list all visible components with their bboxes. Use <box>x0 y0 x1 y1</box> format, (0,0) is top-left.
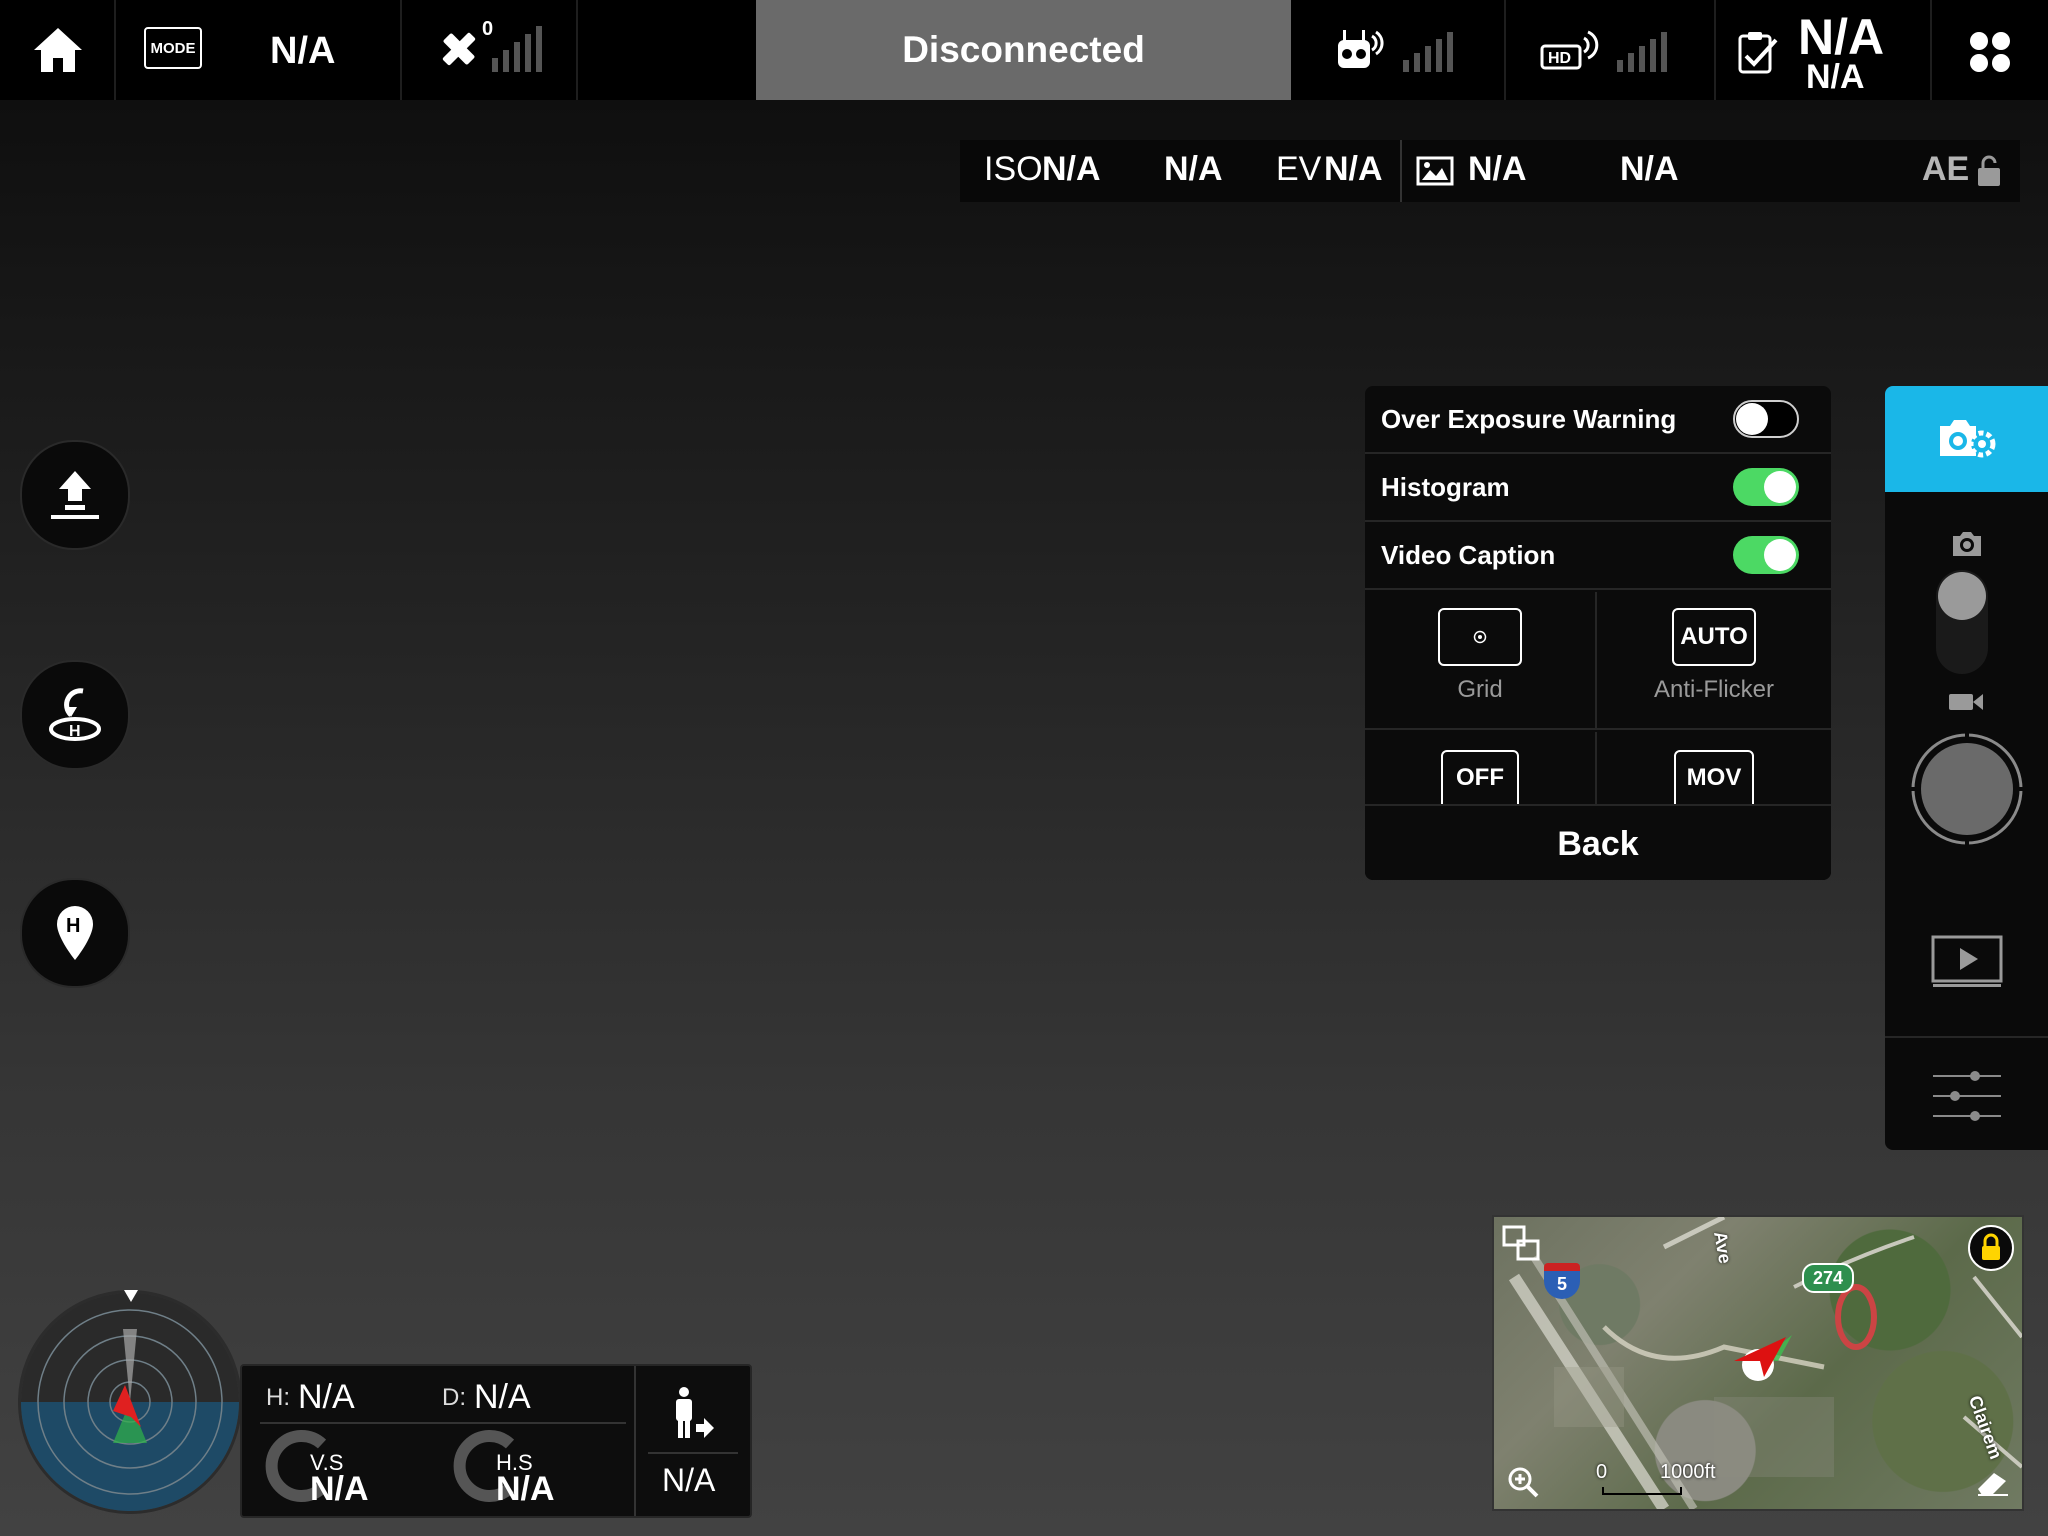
top-bar: MODE N/A 0 Disconnected HD N/A N/A <box>0 0 2048 100</box>
image-format-icon <box>1416 156 1454 186</box>
mov-cell[interactable]: MOV <box>1597 732 1831 804</box>
takeoff-icon <box>51 471 99 519</box>
attitude-radar <box>18 1290 242 1514</box>
vision-positioning-icon[interactable] <box>666 1386 716 1442</box>
white-balance-value: N/A <box>1620 150 1679 188</box>
heading-marker-icon <box>124 1290 138 1304</box>
battery-checklist-icon[interactable] <box>1736 28 1780 76</box>
shutter-button[interactable] <box>1910 732 2024 846</box>
video-mode-icon[interactable] <box>1947 690 1985 714</box>
more-menu-icon[interactable] <box>1968 30 2012 74</box>
home-point-button[interactable]: H <box>20 878 130 988</box>
mini-map[interactable]: 5 274 Ave Clairem 0 1000ft <box>1492 1215 2024 1511</box>
home-point-pin-icon: H <box>57 906 93 960</box>
iso-label: ISO <box>984 150 1043 188</box>
aircraft-marker-icon <box>1728 1331 1792 1385</box>
off-cell[interactable]: OFF <box>1365 732 1597 804</box>
camera-params-bar: ISO N/A N/A EV N/A N/A N/A AE <box>960 140 2020 202</box>
return-home-button[interactable]: H <box>20 660 130 770</box>
camera-control-column <box>1885 386 2048 1150</box>
grid-cell[interactable]: Grid <box>1365 592 1597 730</box>
camera-settings-tab[interactable] <box>1885 386 2048 492</box>
telemetry-panel: H: N/A D: N/A V.S N/A H.S N/A N/A <box>240 1364 752 1518</box>
battery-voltage: N/A <box>1806 58 1865 96</box>
vision-positioning-value: N/A <box>662 1462 716 1498</box>
histogram-label: Histogram <box>1381 472 1510 502</box>
ev-label: EV <box>1276 150 1322 188</box>
rc-signal-icon <box>1403 32 1453 72</box>
histogram-row: Histogram <box>1365 454 1831 522</box>
over-exposure-row: Over Exposure Warning <box>1365 386 1831 454</box>
shutter-value: N/A <box>1164 150 1223 188</box>
back-button[interactable]: Back <box>1365 804 1831 880</box>
svg-text:HD: HD <box>1548 50 1571 67</box>
remote-controller-icon[interactable] <box>1334 26 1384 74</box>
anti-flicker-cell[interactable]: AUTO Anti-Flicker <box>1597 592 1831 730</box>
format-value: N/A <box>1468 150 1527 188</box>
flight-mode-value: N/A <box>270 30 336 72</box>
satellite-icon[interactable] <box>436 26 482 72</box>
camera-settings-sliders-icon[interactable] <box>1929 1066 2005 1126</box>
svg-text:H: H <box>69 723 81 740</box>
height-value: N/A <box>298 1378 355 1416</box>
distance-label: D: <box>442 1384 466 1411</box>
home-icon[interactable] <box>30 22 86 78</box>
camera-settings-panel: Over Exposure Warning Histogram Video Ca… <box>1365 386 1831 880</box>
map-clear-eraser-icon[interactable] <box>1974 1467 2010 1497</box>
map-expand-icon[interactable] <box>1502 1225 1542 1263</box>
playback-icon[interactable] <box>1930 934 2004 990</box>
anti-flicker-caption: Anti-Flicker <box>1653 676 1774 703</box>
scale-distance: 1000ft <box>1660 1461 1716 1483</box>
height-label: H: <box>266 1384 290 1411</box>
histogram-toggle[interactable] <box>1733 468 1799 506</box>
scale-bar <box>1602 1487 1682 1495</box>
grid-caption: Grid <box>1457 676 1503 703</box>
iso-value: N/A <box>1042 150 1101 188</box>
distance-value: N/A <box>474 1378 531 1416</box>
ae-label[interactable]: AE <box>1922 150 1969 189</box>
svg-text:H: H <box>66 915 80 937</box>
mov-button[interactable]: MOV <box>1674 750 1754 804</box>
hd-video-icon[interactable]: HD <box>1540 28 1600 74</box>
route-shield: 274 <box>1802 1263 1854 1293</box>
horizontal-speed-value: N/A <box>496 1470 555 1508</box>
photo-mode-icon[interactable] <box>1949 530 1985 558</box>
over-exposure-label: Over Exposure Warning <box>1381 404 1677 434</box>
hd-signal-icon <box>1617 32 1667 72</box>
mode-icon[interactable]: MODE <box>144 27 202 69</box>
ae-lock-icon[interactable] <box>1976 154 2002 188</box>
map-lock-icon[interactable] <box>1968 1225 2014 1271</box>
map-zoom-icon[interactable] <box>1506 1465 1540 1499</box>
ev-value: N/A <box>1324 150 1383 188</box>
grid-dot-icon <box>1473 630 1487 644</box>
photo-video-switch[interactable] <box>1936 570 1988 674</box>
gps-signal-icon <box>492 26 542 72</box>
switch-knob[interactable] <box>1938 572 1986 620</box>
over-exposure-toggle[interactable] <box>1733 400 1799 438</box>
camera-gear-icon <box>1939 420 1995 458</box>
interstate-shield: 5 <box>1544 1263 1580 1299</box>
video-caption-row: Video Caption <box>1365 522 1831 590</box>
return-home-icon: H <box>49 688 101 741</box>
video-caption-toggle[interactable] <box>1733 536 1799 574</box>
video-caption-label: Video Caption <box>1381 540 1556 570</box>
grid-button[interactable] <box>1438 608 1522 666</box>
anti-flicker-button[interactable]: AUTO <box>1672 608 1756 666</box>
off-button[interactable]: OFF <box>1441 750 1519 804</box>
vertical-speed-value: N/A <box>310 1470 369 1508</box>
scale-zero: 0 <box>1596 1461 1608 1483</box>
connection-status: Disconnected <box>756 0 1291 100</box>
takeoff-button[interactable] <box>20 440 130 550</box>
